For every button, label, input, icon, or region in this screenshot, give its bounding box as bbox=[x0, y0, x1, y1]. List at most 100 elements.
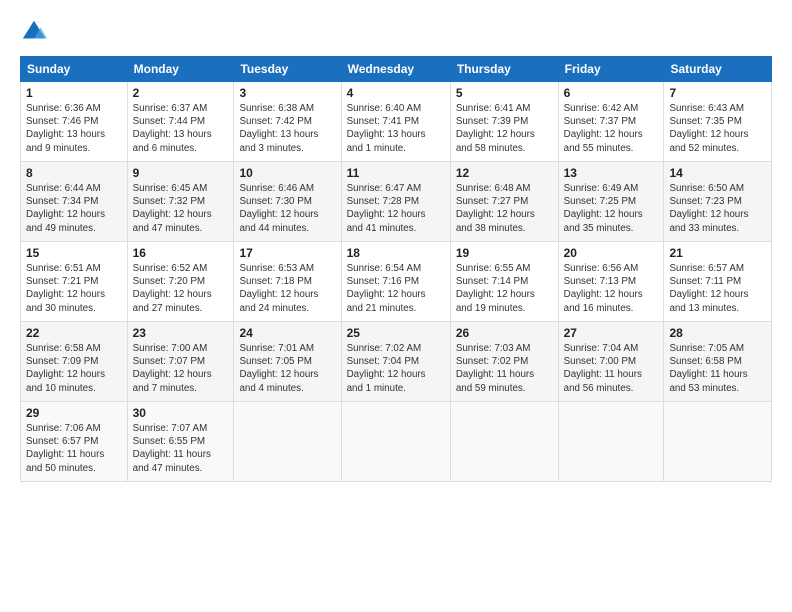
day-info: Sunrise: 7:05 AM Sunset: 6:58 PM Dayligh… bbox=[669, 342, 766, 395]
day-info: Sunrise: 6:57 AM Sunset: 7:11 PM Dayligh… bbox=[669, 262, 766, 315]
day-info: Sunrise: 6:56 AM Sunset: 7:13 PM Dayligh… bbox=[564, 262, 659, 315]
calendar-cell: 8 Sunrise: 6:44 AM Sunset: 7:34 PM Daylig… bbox=[21, 162, 128, 242]
calendar-cell bbox=[234, 402, 341, 482]
calendar-cell: 15 Sunrise: 6:51 AM Sunset: 7:21 PM Dayli… bbox=[21, 242, 128, 322]
calendar-cell: 3 Sunrise: 6:38 AM Sunset: 7:42 PM Daylig… bbox=[234, 82, 341, 162]
day-number: 15 bbox=[26, 246, 122, 260]
day-info: Sunrise: 6:55 AM Sunset: 7:14 PM Dayligh… bbox=[456, 262, 553, 315]
day-number: 9 bbox=[133, 166, 229, 180]
day-info: Sunrise: 7:02 AM Sunset: 7:04 PM Dayligh… bbox=[347, 342, 445, 395]
calendar-cell: 12Sunrise: 6:48 AM Sunset: 7:27 PM Dayli… bbox=[450, 162, 558, 242]
day-number: 27 bbox=[564, 326, 659, 340]
day-info: Sunrise: 6:46 AM Sunset: 7:30 PM Dayligh… bbox=[239, 182, 335, 235]
calendar-cell: 5 Sunrise: 6:41 AM Sunset: 7:39 PM Daylig… bbox=[450, 82, 558, 162]
day-number: 13 bbox=[564, 166, 659, 180]
calendar-cell: 23 Sunrise: 7:00 AM Sunset: 7:07 PM Dayli… bbox=[127, 322, 234, 402]
day-info: Sunrise: 6:51 AM Sunset: 7:21 PM Dayligh… bbox=[26, 262, 122, 315]
calendar-week-5: 29 Sunrise: 7:06 AM Sunset: 6:57 PM Dayli… bbox=[21, 402, 772, 482]
day-info: Sunrise: 7:03 AM Sunset: 7:02 PM Dayligh… bbox=[456, 342, 553, 395]
day-info: Sunrise: 7:07 AM Sunset: 6:55 PM Dayligh… bbox=[133, 422, 229, 475]
calendar-week-1: 1Sunrise: 6:36 AM Sunset: 7:46 PM Daylig… bbox=[21, 82, 772, 162]
weekday-header-thursday: Thursday bbox=[450, 57, 558, 82]
calendar-cell: 9 Sunrise: 6:45 AM Sunset: 7:32 PM Daylig… bbox=[127, 162, 234, 242]
calendar-cell: 16 Sunrise: 6:52 AM Sunset: 7:20 PM Dayli… bbox=[127, 242, 234, 322]
calendar-cell: 24 Sunrise: 7:01 AM Sunset: 7:05 PM Dayli… bbox=[234, 322, 341, 402]
calendar-cell: 27 Sunrise: 7:04 AM Sunset: 7:00 PM Dayli… bbox=[558, 322, 664, 402]
calendar-cell: 20Sunrise: 6:56 AM Sunset: 7:13 PM Dayli… bbox=[558, 242, 664, 322]
day-info: Sunrise: 7:06 AM Sunset: 6:57 PM Dayligh… bbox=[26, 422, 122, 475]
calendar-cell bbox=[664, 402, 772, 482]
day-info: Sunrise: 6:45 AM Sunset: 7:32 PM Dayligh… bbox=[133, 182, 229, 235]
day-info: Sunrise: 6:40 AM Sunset: 7:41 PM Dayligh… bbox=[347, 102, 445, 155]
logo bbox=[20, 18, 52, 46]
calendar-cell: 10 Sunrise: 6:46 AM Sunset: 7:30 PM Dayli… bbox=[234, 162, 341, 242]
day-number: 25 bbox=[347, 326, 445, 340]
day-number: 30 bbox=[133, 406, 229, 420]
calendar-cell: 11 Sunrise: 6:47 AM Sunset: 7:28 PM Dayli… bbox=[341, 162, 450, 242]
header bbox=[20, 18, 772, 46]
day-info: Sunrise: 6:50 AM Sunset: 7:23 PM Dayligh… bbox=[669, 182, 766, 235]
day-number: 21 bbox=[669, 246, 766, 260]
weekday-header-tuesday: Tuesday bbox=[234, 57, 341, 82]
weekday-header-row: SundayMondayTuesdayWednesdayThursdayFrid… bbox=[21, 57, 772, 82]
calendar-cell: 4Sunrise: 6:40 AM Sunset: 7:41 PM Daylig… bbox=[341, 82, 450, 162]
day-info: Sunrise: 6:49 AM Sunset: 7:25 PM Dayligh… bbox=[564, 182, 659, 235]
day-number: 10 bbox=[239, 166, 335, 180]
day-number: 7 bbox=[669, 86, 766, 100]
day-number: 2 bbox=[133, 86, 229, 100]
day-number: 22 bbox=[26, 326, 122, 340]
day-info: Sunrise: 6:41 AM Sunset: 7:39 PM Dayligh… bbox=[456, 102, 553, 155]
day-info: Sunrise: 6:52 AM Sunset: 7:20 PM Dayligh… bbox=[133, 262, 229, 315]
day-number: 24 bbox=[239, 326, 335, 340]
day-info: Sunrise: 6:44 AM Sunset: 7:34 PM Dayligh… bbox=[26, 182, 122, 235]
calendar-cell: 21 Sunrise: 6:57 AM Sunset: 7:11 PM Dayli… bbox=[664, 242, 772, 322]
day-info: Sunrise: 6:47 AM Sunset: 7:28 PM Dayligh… bbox=[347, 182, 445, 235]
day-number: 26 bbox=[456, 326, 553, 340]
calendar-cell: 1Sunrise: 6:36 AM Sunset: 7:46 PM Daylig… bbox=[21, 82, 128, 162]
calendar-week-2: 8 Sunrise: 6:44 AM Sunset: 7:34 PM Daylig… bbox=[21, 162, 772, 242]
day-number: 18 bbox=[347, 246, 445, 260]
day-number: 11 bbox=[347, 166, 445, 180]
calendar-cell: 28 Sunrise: 7:05 AM Sunset: 6:58 PM Dayli… bbox=[664, 322, 772, 402]
calendar-cell: 29 Sunrise: 7:06 AM Sunset: 6:57 PM Dayli… bbox=[21, 402, 128, 482]
day-info: Sunrise: 6:48 AM Sunset: 7:27 PM Dayligh… bbox=[456, 182, 553, 235]
day-number: 5 bbox=[456, 86, 553, 100]
day-info: Sunrise: 7:01 AM Sunset: 7:05 PM Dayligh… bbox=[239, 342, 335, 395]
calendar-week-3: 15 Sunrise: 6:51 AM Sunset: 7:21 PM Dayli… bbox=[21, 242, 772, 322]
calendar-cell: 17Sunrise: 6:53 AM Sunset: 7:18 PM Dayli… bbox=[234, 242, 341, 322]
weekday-header-wednesday: Wednesday bbox=[341, 57, 450, 82]
day-info: Sunrise: 7:00 AM Sunset: 7:07 PM Dayligh… bbox=[133, 342, 229, 395]
day-info: Sunrise: 6:42 AM Sunset: 7:37 PM Dayligh… bbox=[564, 102, 659, 155]
day-info: Sunrise: 6:38 AM Sunset: 7:42 PM Dayligh… bbox=[239, 102, 335, 155]
calendar-cell: 30 Sunrise: 7:07 AM Sunset: 6:55 PM Dayli… bbox=[127, 402, 234, 482]
calendar-cell: 22 Sunrise: 6:58 AM Sunset: 7:09 PM Dayli… bbox=[21, 322, 128, 402]
calendar-body: 1Sunrise: 6:36 AM Sunset: 7:46 PM Daylig… bbox=[21, 82, 772, 482]
day-number: 28 bbox=[669, 326, 766, 340]
day-info: Sunrise: 7:04 AM Sunset: 7:00 PM Dayligh… bbox=[564, 342, 659, 395]
weekday-header-monday: Monday bbox=[127, 57, 234, 82]
day-number: 6 bbox=[564, 86, 659, 100]
day-number: 8 bbox=[26, 166, 122, 180]
day-number: 14 bbox=[669, 166, 766, 180]
day-number: 3 bbox=[239, 86, 335, 100]
calendar-cell: 6 Sunrise: 6:42 AM Sunset: 7:37 PM Daylig… bbox=[558, 82, 664, 162]
calendar-cell bbox=[558, 402, 664, 482]
day-info: Sunrise: 6:53 AM Sunset: 7:18 PM Dayligh… bbox=[239, 262, 335, 315]
logo-icon bbox=[20, 18, 48, 46]
weekday-header-sunday: Sunday bbox=[21, 57, 128, 82]
calendar-cell: 18 Sunrise: 6:54 AM Sunset: 7:16 PM Dayli… bbox=[341, 242, 450, 322]
day-info: Sunrise: 6:43 AM Sunset: 7:35 PM Dayligh… bbox=[669, 102, 766, 155]
calendar-cell: 14 Sunrise: 6:50 AM Sunset: 7:23 PM Dayli… bbox=[664, 162, 772, 242]
calendar-table: SundayMondayTuesdayWednesdayThursdayFrid… bbox=[20, 56, 772, 482]
day-number: 29 bbox=[26, 406, 122, 420]
day-number: 16 bbox=[133, 246, 229, 260]
calendar-cell bbox=[341, 402, 450, 482]
day-info: Sunrise: 6:54 AM Sunset: 7:16 PM Dayligh… bbox=[347, 262, 445, 315]
calendar-cell: 13 Sunrise: 6:49 AM Sunset: 7:25 PM Dayli… bbox=[558, 162, 664, 242]
page: SundayMondayTuesdayWednesdayThursdayFrid… bbox=[0, 0, 792, 612]
day-info: Sunrise: 6:58 AM Sunset: 7:09 PM Dayligh… bbox=[26, 342, 122, 395]
calendar-cell: 26 Sunrise: 7:03 AM Sunset: 7:02 PM Dayli… bbox=[450, 322, 558, 402]
calendar-week-4: 22 Sunrise: 6:58 AM Sunset: 7:09 PM Dayli… bbox=[21, 322, 772, 402]
day-number: 23 bbox=[133, 326, 229, 340]
day-number: 19 bbox=[456, 246, 553, 260]
